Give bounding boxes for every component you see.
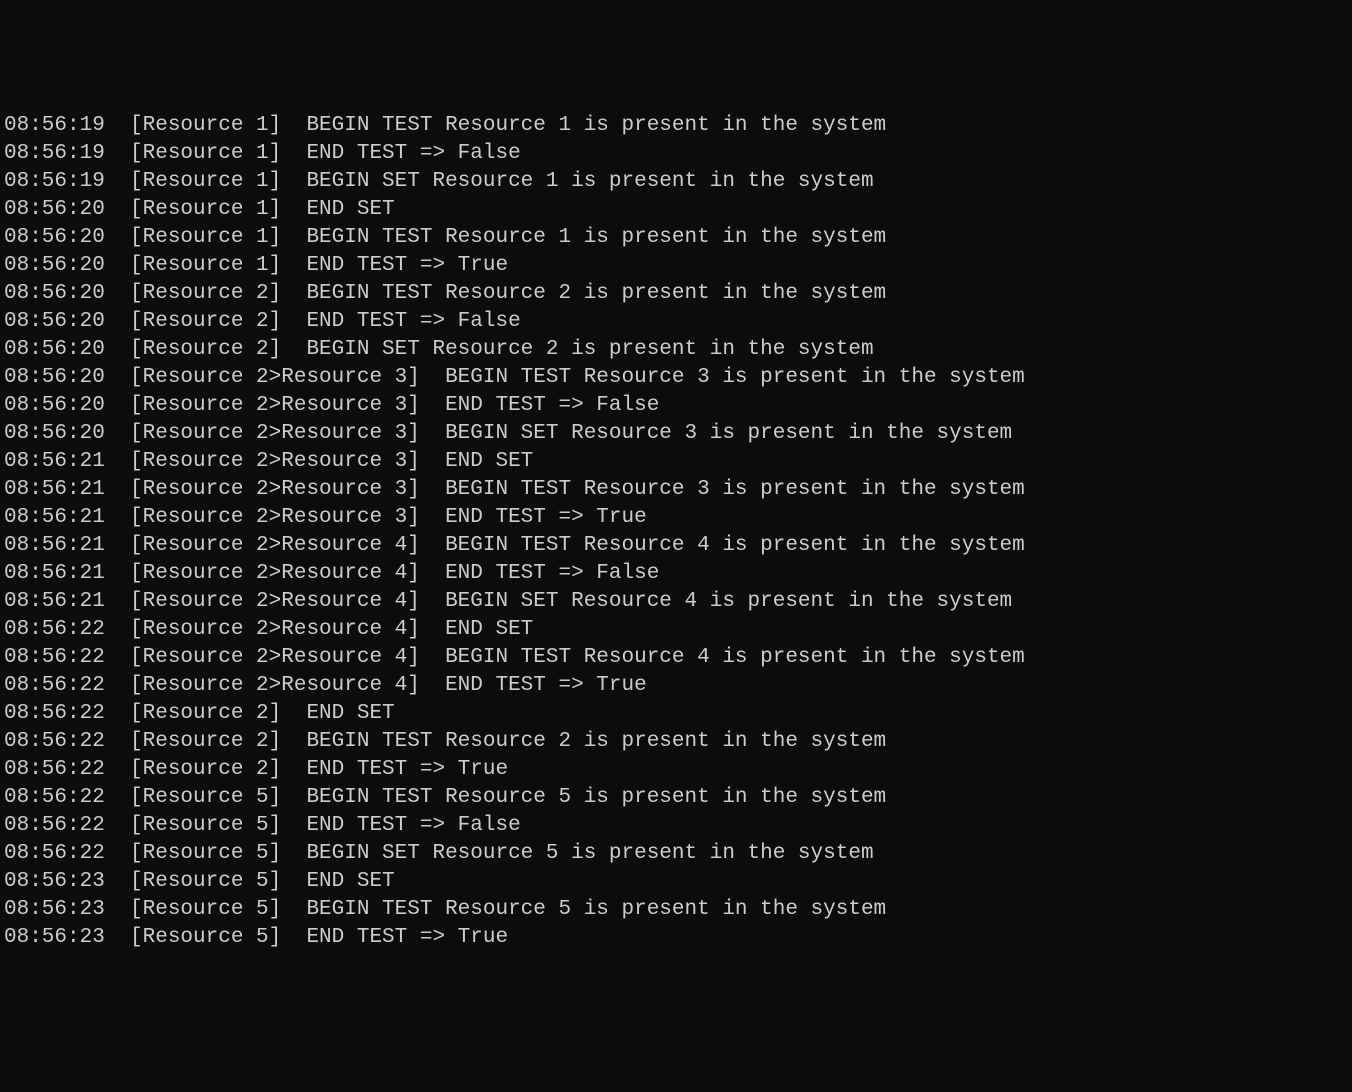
log-line: 08:56:21 [Resource 2>Resource 3] END TES… [4,504,1348,532]
log-line: 08:56:21 [Resource 2>Resource 4] END TES… [4,560,1348,588]
log-line: 08:56:22 [Resource 5] BEGIN TEST Resourc… [4,784,1348,812]
log-line: 08:56:19 [Resource 1] BEGIN SET Resource… [4,168,1348,196]
terminal-output: 08:56:19 [Resource 1] BEGIN TEST Resourc… [4,112,1348,952]
log-line: 08:56:20 [Resource 2>Resource 3] BEGIN S… [4,420,1348,448]
log-line: 08:56:22 [Resource 2] END SET [4,700,1348,728]
log-line: 08:56:20 [Resource 2>Resource 3] BEGIN T… [4,364,1348,392]
log-line: 08:56:20 [Resource 1] END SET [4,196,1348,224]
log-line: 08:56:20 [Resource 1] BEGIN TEST Resourc… [4,224,1348,252]
log-line: 08:56:22 [Resource 5] END TEST => False [4,812,1348,840]
log-line: 08:56:19 [Resource 1] BEGIN TEST Resourc… [4,112,1348,140]
log-line: 08:56:20 [Resource 2] BEGIN SET Resource… [4,336,1348,364]
log-line: 08:56:22 [Resource 2] BEGIN TEST Resourc… [4,728,1348,756]
log-line: 08:56:22 [Resource 2>Resource 4] END SET [4,616,1348,644]
log-line: 08:56:22 [Resource 2] END TEST => True [4,756,1348,784]
log-line: 08:56:21 [Resource 2>Resource 3] END SET [4,448,1348,476]
log-line: 08:56:22 [Resource 2>Resource 4] END TES… [4,672,1348,700]
log-line: 08:56:23 [Resource 5] BEGIN TEST Resourc… [4,896,1348,924]
log-line: 08:56:19 [Resource 1] END TEST => False [4,140,1348,168]
log-line: 08:56:21 [Resource 2>Resource 4] BEGIN T… [4,532,1348,560]
log-line: 08:56:21 [Resource 2>Resource 3] BEGIN T… [4,476,1348,504]
log-line: 08:56:20 [Resource 2>Resource 3] END TES… [4,392,1348,420]
log-line: 08:56:20 [Resource 2] BEGIN TEST Resourc… [4,280,1348,308]
log-line: 08:56:23 [Resource 5] END TEST => True [4,924,1348,952]
log-line: 08:56:22 [Resource 5] BEGIN SET Resource… [4,840,1348,868]
log-line: 08:56:21 [Resource 2>Resource 4] BEGIN S… [4,588,1348,616]
log-line: 08:56:20 [Resource 2] END TEST => False [4,308,1348,336]
log-line: 08:56:20 [Resource 1] END TEST => True [4,252,1348,280]
log-line: 08:56:22 [Resource 2>Resource 4] BEGIN T… [4,644,1348,672]
log-line: 08:56:23 [Resource 5] END SET [4,868,1348,896]
